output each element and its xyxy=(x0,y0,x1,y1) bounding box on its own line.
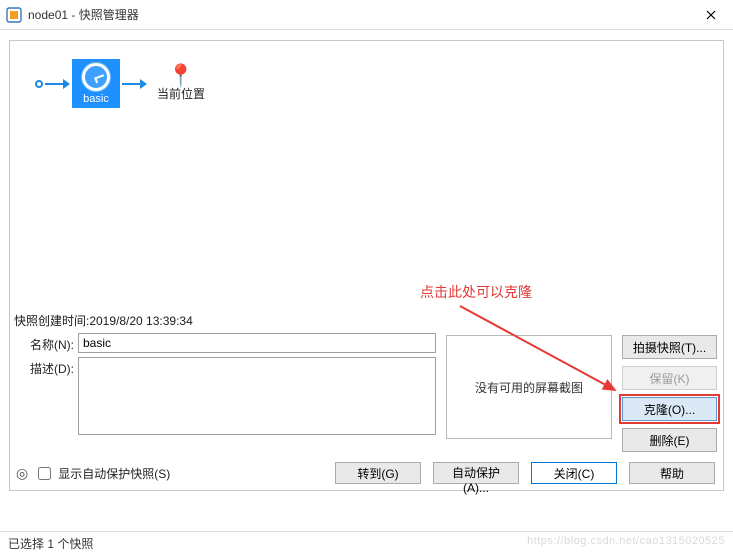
bottom-toolbar: ◎ 显示自动保护快照(S) 转到(G) 自动保护(A)... 关闭(C) 帮助 xyxy=(10,458,723,490)
you-are-here-marker[interactable]: 📍 当前位置 xyxy=(157,65,205,102)
close-icon xyxy=(706,10,716,20)
close-button[interactable] xyxy=(689,0,733,30)
close-dialog-button[interactable]: 关闭(C) xyxy=(531,462,617,484)
watermark-text: https://blog.csdn.net/cao1315020525 xyxy=(527,535,725,550)
arrow-icon xyxy=(122,79,147,89)
show-auto-protect-label: 显示自动保护快照(S) xyxy=(58,465,170,482)
snapshot-node-label: basic xyxy=(72,93,120,105)
you-are-here-label: 当前位置 xyxy=(157,85,205,102)
vmware-app-icon xyxy=(6,7,22,23)
name-input[interactable] xyxy=(78,333,436,353)
statusbar: 已选择 1 个快照 https://blog.csdn.net/cao13150… xyxy=(0,531,733,553)
desc-label: 描述(D): xyxy=(14,357,74,377)
arrow-icon xyxy=(45,79,70,89)
show-auto-protect-checkbox[interactable]: 显示自动保护快照(S) xyxy=(34,464,170,483)
root-node-icon xyxy=(35,80,43,88)
main-panel: basic 📍 当前位置 快照创建时间:2019/8/20 13:39:34 名… xyxy=(9,40,724,491)
screenshot-thumbnail: 没有可用的屏幕截图 xyxy=(446,335,612,439)
window-title: node01 - 快照管理器 xyxy=(28,6,689,23)
detail-form: 名称(N): 描述(D): xyxy=(14,333,436,452)
desc-input[interactable] xyxy=(78,357,436,435)
snapshot-path: basic 📍 当前位置 xyxy=(35,59,723,108)
clone-highlight-box: 克隆(O)... xyxy=(619,394,720,424)
gear-icon[interactable]: ◎ xyxy=(16,465,28,482)
snapshot-action-buttons: 拍摄快照(T)... 保留(K) 克隆(O)... 删除(E) xyxy=(622,335,717,452)
clone-button[interactable]: 克隆(O)... xyxy=(622,397,717,421)
name-label: 名称(N): xyxy=(14,333,74,353)
snapshot-created-time: 快照创建时间:2019/8/20 13:39:34 xyxy=(10,310,723,333)
goto-button[interactable]: 转到(G) xyxy=(335,462,421,484)
auto-protect-button[interactable]: 自动保护(A)... xyxy=(433,462,519,484)
pin-icon: 📍 xyxy=(157,65,205,87)
titlebar: node01 - 快照管理器 xyxy=(0,0,733,30)
snapshot-tree[interactable]: basic 📍 当前位置 xyxy=(10,41,723,310)
keep-button: 保留(K) xyxy=(622,366,717,390)
status-text: 已选择 1 个快照 xyxy=(8,535,93,550)
snapshot-node-basic[interactable]: basic xyxy=(72,59,120,108)
take-snapshot-button[interactable]: 拍摄快照(T)... xyxy=(622,335,717,359)
detail-zone: 名称(N): 描述(D): 没有可用的屏幕截图 拍摄快照(T)... 保留(K)… xyxy=(10,333,723,458)
delete-button[interactable]: 删除(E) xyxy=(622,428,717,452)
thumbnail-empty-text: 没有可用的屏幕截图 xyxy=(475,379,583,396)
show-auto-protect-input[interactable] xyxy=(38,467,51,480)
help-button[interactable]: 帮助 xyxy=(629,462,715,484)
clock-icon xyxy=(82,63,110,91)
